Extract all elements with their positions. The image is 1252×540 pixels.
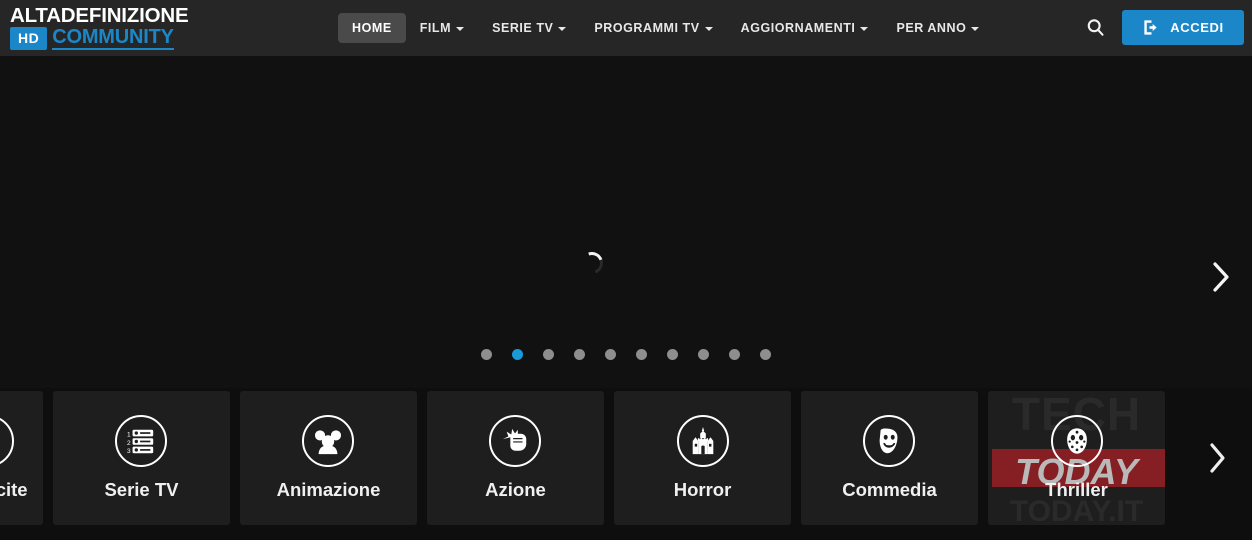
carousel-dot-2[interactable] — [512, 349, 523, 360]
login-button-label: ACCEDI — [1170, 20, 1224, 35]
carousel-dot-1[interactable] — [481, 349, 492, 360]
category-inner: Thriller — [1045, 415, 1108, 501]
logo-hd-badge: HD — [10, 26, 48, 50]
nav-label-home: HOME — [352, 21, 392, 35]
svg-text:3: 3 — [127, 448, 131, 455]
nav-item-film[interactable]: FILM — [406, 13, 478, 43]
category-card-thriller[interactable]: TECH TODAY TODAY.IT Thriller — [988, 391, 1165, 525]
svg-text:1: 1 — [127, 431, 131, 438]
logo-text-community: COMMUNITY — [52, 25, 174, 50]
logo-text-altadefinizione: ALTADEFINIZIONE — [10, 3, 189, 27]
category-label-thriller: Thriller — [1045, 479, 1108, 500]
hockey-mask-icon — [1050, 415, 1103, 467]
hero-carousel — [0, 56, 1252, 388]
category-inner: ve uscite — [0, 415, 28, 501]
page-bottom-strip — [0, 525, 1252, 540]
categories-next-button[interactable] — [1202, 436, 1234, 480]
search-button[interactable] — [1082, 14, 1108, 40]
category-label-nuove-uscite: ve uscite — [0, 479, 28, 500]
category-card-serie-tv[interactable]: 1 2 3 Serie TV — [53, 391, 230, 525]
chevron-down-icon — [971, 27, 980, 31]
nav-label-serie-tv: SERIE TV — [492, 21, 554, 35]
category-label-commedia: Commedia — [842, 479, 937, 500]
haunted-castle-icon-glyph — [692, 426, 713, 455]
hero-next-button[interactable] — [1198, 249, 1244, 305]
nav-item-serie-tv[interactable]: SERIE TV — [478, 13, 580, 43]
carousel-dot-8[interactable] — [698, 349, 709, 360]
fist-punch-icon — [489, 415, 542, 467]
chevron-right-icon — [1210, 443, 1225, 473]
nav-label-film: FILM — [419, 21, 452, 35]
chevron-down-icon — [456, 27, 465, 31]
category-inner: 1 2 3 Serie TV — [104, 415, 179, 501]
carousel-dot-6[interactable] — [636, 349, 647, 360]
mouse-ears-icon — [302, 415, 355, 467]
svg-text:2: 2 — [127, 440, 131, 447]
category-card-horror[interactable]: Horror — [614, 391, 791, 525]
theater-mask-icon-glyph — [880, 428, 898, 454]
carousel-dot-5[interactable] — [605, 349, 616, 360]
category-card-nuove-uscite[interactable]: ve uscite — [0, 391, 43, 525]
chevron-down-icon — [860, 27, 869, 31]
category-inner: Animazione — [276, 415, 381, 501]
site-logo[interactable]: ALTADEFINIZIONE HD COMMUNITY — [10, 2, 190, 52]
video-camera-icon — [0, 415, 14, 467]
category-strip: ve uscite 1 2 3 — [0, 391, 1252, 525]
theater-mask-icon — [863, 415, 916, 467]
carousel-dot-4[interactable] — [574, 349, 585, 360]
carousel-dot-3[interactable] — [543, 349, 554, 360]
main-navigation: HOME FILM SERIE TV PROGRAMMI TV AGGIORNA… — [338, 11, 993, 45]
loading-spinner-icon — [577, 248, 607, 278]
category-card-commedia[interactable]: Commedia — [801, 391, 978, 525]
chevron-right-icon — [1213, 262, 1229, 292]
carousel-dots — [0, 349, 1252, 360]
logo-bottom-row: HD COMMUNITY — [10, 25, 190, 50]
nav-label-per-anno: PER ANNO — [896, 21, 967, 35]
category-inner: Horror — [673, 415, 732, 501]
carousel-dot-10[interactable] — [760, 349, 771, 360]
mouse-ears-icon-glyph — [315, 430, 342, 455]
nav-label-programmi-tv: PROGRAMMI TV — [594, 21, 700, 35]
nav-item-home[interactable]: HOME — [338, 13, 406, 43]
login-button[interactable]: ACCEDI — [1122, 10, 1244, 45]
login-arrow-icon — [1144, 20, 1157, 35]
nav-label-aggiornamenti: AGGIORNAMENTI — [740, 21, 856, 35]
page-root: ALTADEFINIZIONE HD COMMUNITY HOME FILM S… — [0, 0, 1252, 540]
category-label-azione: Azione — [485, 479, 546, 500]
category-label-horror: Horror — [673, 479, 732, 500]
episode-list-icon: 1 2 3 — [115, 415, 168, 467]
episode-list-icon-glyph: 1 2 3 — [127, 429, 154, 455]
fist-punch-icon-glyph — [503, 428, 527, 451]
video-camera-icon-glyph — [0, 426, 3, 456]
category-inner: Azione — [485, 415, 546, 501]
nav-item-programmi-tv[interactable]: PROGRAMMI TV — [580, 13, 726, 43]
haunted-castle-icon — [676, 415, 729, 467]
site-header: ALTADEFINIZIONE HD COMMUNITY HOME FILM S… — [0, 0, 1252, 56]
category-card-azione[interactable]: Azione — [427, 391, 604, 525]
chevron-down-icon — [558, 27, 567, 31]
carousel-dot-9[interactable] — [729, 349, 740, 360]
hockey-mask-icon-glyph — [1066, 428, 1087, 454]
nav-item-per-anno[interactable]: PER ANNO — [882, 13, 993, 43]
nav-item-aggiornamenti[interactable]: AGGIORNAMENTI — [727, 13, 883, 43]
category-label-serie-tv: Serie TV — [104, 479, 179, 500]
search-icon — [1087, 18, 1104, 36]
carousel-dot-7[interactable] — [667, 349, 678, 360]
category-label-animazione: Animazione — [276, 479, 381, 500]
category-card-animazione[interactable]: Animazione — [240, 391, 417, 525]
category-inner: Commedia — [842, 415, 937, 501]
chevron-down-icon — [704, 27, 713, 31]
